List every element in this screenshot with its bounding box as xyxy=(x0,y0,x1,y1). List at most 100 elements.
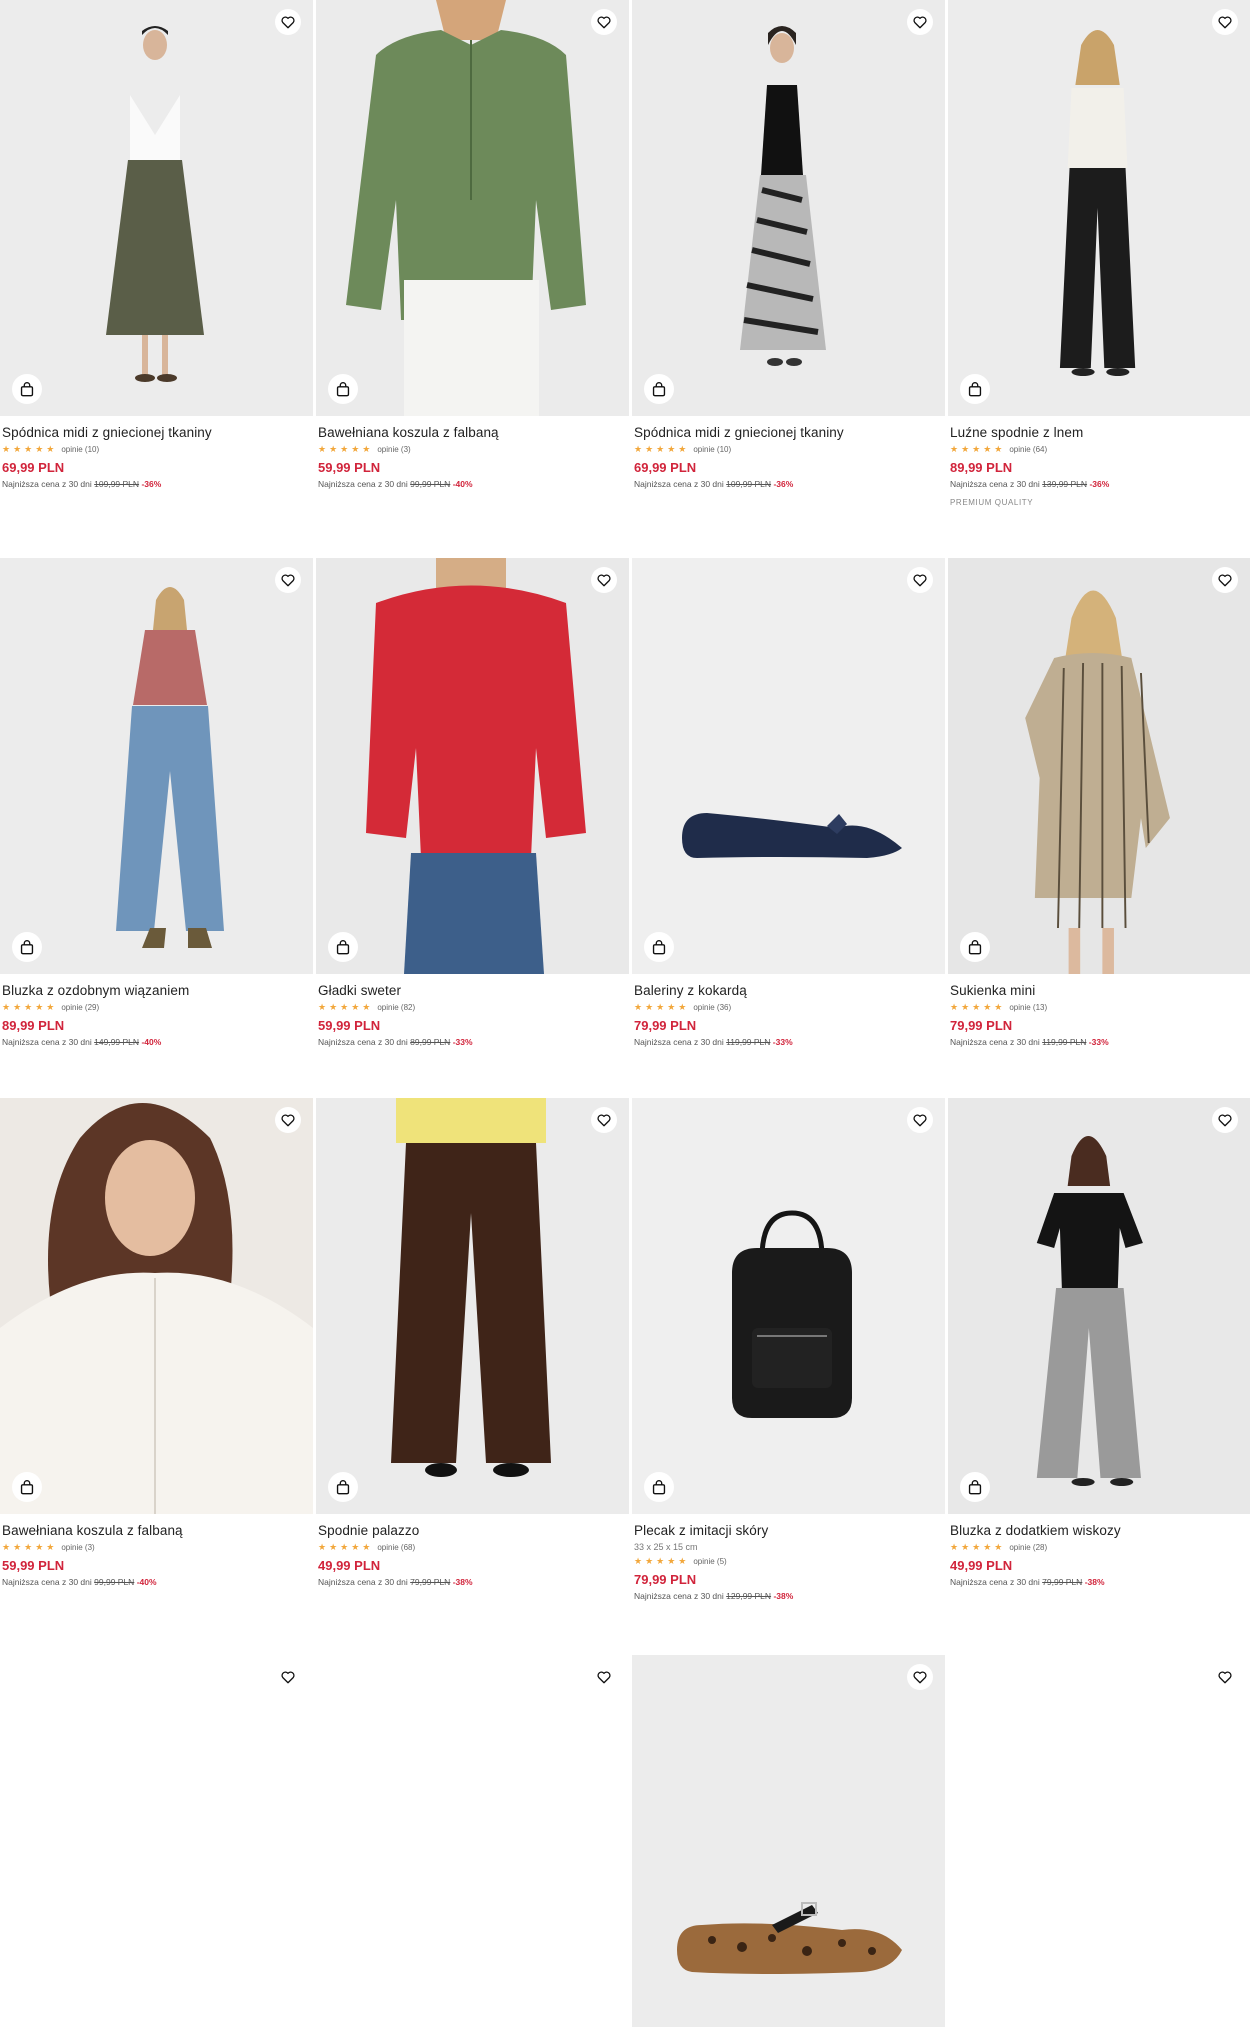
product-name[interactable]: Baleriny z kokardą xyxy=(634,983,943,998)
product-name[interactable]: Sukienka mini xyxy=(950,983,1248,998)
product-name[interactable]: Plecak z imitacji skóry xyxy=(634,1523,943,1538)
product-name[interactable]: Gładki sweter xyxy=(318,983,627,998)
product-image[interactable] xyxy=(632,0,945,416)
product-image[interactable] xyxy=(316,1655,629,2027)
product-card[interactable]: Baleriny z kokardą ★★★★★ opinie (36) 79,9… xyxy=(632,558,945,1047)
discount-percent: -40% xyxy=(136,1577,157,1587)
product-image[interactable] xyxy=(632,1098,945,1514)
product-image[interactable] xyxy=(948,1655,1250,2027)
product-card[interactable]: Spódnica midi z gniecionej tkaniny ★★★★★… xyxy=(0,0,313,489)
favorite-button[interactable] xyxy=(1212,567,1238,593)
product-image[interactable] xyxy=(316,0,629,416)
lowest-price-label: Najniższa cena z 30 dni xyxy=(2,1037,92,1047)
favorite-button[interactable] xyxy=(907,9,933,35)
review-count[interactable]: opinie (13) xyxy=(1009,1003,1047,1012)
add-to-cart-button[interactable] xyxy=(328,374,358,404)
favorite-button[interactable] xyxy=(907,1107,933,1133)
favorite-button[interactable] xyxy=(275,1107,301,1133)
product-card[interactable] xyxy=(316,1655,629,2027)
shopping-bag-icon xyxy=(968,1479,982,1494)
favorite-button[interactable] xyxy=(275,9,301,35)
add-to-cart-button[interactable] xyxy=(644,374,674,404)
add-to-cart-button[interactable] xyxy=(644,1472,674,1502)
favorite-button[interactable] xyxy=(1212,1664,1238,1690)
favorite-button[interactable] xyxy=(591,9,617,35)
product-name[interactable]: Bluzka z dodatkiem wiskozy xyxy=(950,1523,1248,1538)
product-card[interactable]: Spódnica midi z gniecionej tkaniny ★★★★★… xyxy=(632,0,945,489)
review-count[interactable]: opinie (10) xyxy=(61,445,99,454)
review-count[interactable]: opinie (36) xyxy=(693,1003,731,1012)
old-price: 89,99 PLN xyxy=(410,1037,451,1047)
product-name[interactable]: Luźne spodnie z lnem xyxy=(950,425,1248,440)
favorite-button[interactable] xyxy=(275,567,301,593)
product-card[interactable] xyxy=(948,1655,1250,2027)
product-image[interactable] xyxy=(632,1655,945,2027)
add-to-cart-button[interactable] xyxy=(960,932,990,962)
favorite-button[interactable] xyxy=(907,567,933,593)
product-card[interactable]: Luźne spodnie z lnem ★★★★★ opinie (64) 89… xyxy=(948,0,1250,507)
add-to-cart-button[interactable] xyxy=(328,1472,358,1502)
product-price: 89,99 PLN xyxy=(2,1018,65,1033)
review-count[interactable]: opinie (28) xyxy=(1009,1543,1047,1552)
product-image[interactable] xyxy=(948,558,1250,974)
product-image[interactable] xyxy=(948,1098,1250,1514)
product-image[interactable] xyxy=(632,558,945,974)
product-image[interactable] xyxy=(0,558,313,974)
product-name[interactable]: Spodnie palazzo xyxy=(318,1523,627,1538)
product-image[interactable] xyxy=(948,0,1250,416)
product-name[interactable]: Spódnica midi z gniecionej tkaniny xyxy=(634,425,943,440)
product-card[interactable]: Plecak z imitacji skóry 33 x 25 x 15 cm … xyxy=(632,1098,945,1601)
product-name[interactable]: Spódnica midi z gniecionej tkaniny xyxy=(2,425,311,440)
product-card[interactable]: Spodnie palazzo ★★★★★ opinie (68) 49,99 P… xyxy=(316,1098,629,1587)
review-count[interactable]: opinie (68) xyxy=(377,1543,415,1552)
review-count[interactable]: opinie (64) xyxy=(1009,445,1047,454)
review-count[interactable]: opinie (3) xyxy=(377,445,410,454)
review-count[interactable]: opinie (5) xyxy=(693,1557,726,1566)
add-to-cart-button[interactable] xyxy=(12,932,42,962)
product-card[interactable]: Sukienka mini ★★★★★ opinie (13) 79,99 PLN… xyxy=(948,558,1250,1047)
favorite-button[interactable] xyxy=(275,1664,301,1690)
lowest-price-label: Najniższa cena z 30 dni xyxy=(950,1037,1040,1047)
heart-icon xyxy=(913,1671,927,1683)
product-image[interactable] xyxy=(0,1655,313,2027)
rating: ★★★★★ opinie (3) xyxy=(318,444,627,454)
favorite-button[interactable] xyxy=(907,1664,933,1690)
add-to-cart-button[interactable] xyxy=(12,1472,42,1502)
favorite-button[interactable] xyxy=(591,1107,617,1133)
rating: ★★★★★ opinie (64) xyxy=(950,444,1248,454)
product-card[interactable]: Gładki sweter ★★★★★ opinie (82) 59,99 PLN… xyxy=(316,558,629,1047)
product-card[interactable]: Bluzka z dodatkiem wiskozy ★★★★★ opinie (… xyxy=(948,1098,1250,1587)
product-card[interactable]: Bawełniana koszula z falbaną ★★★★★ opinie… xyxy=(0,1098,313,1587)
product-card[interactable] xyxy=(0,1655,313,2027)
review-count[interactable]: opinie (3) xyxy=(61,1543,94,1552)
rating-stars: ★★★★★ xyxy=(950,1001,1006,1012)
review-count[interactable]: opinie (82) xyxy=(377,1003,415,1012)
add-to-cart-button[interactable] xyxy=(960,1472,990,1502)
shopping-bag-icon xyxy=(20,381,34,396)
favorite-button[interactable] xyxy=(591,567,617,593)
add-to-cart-button[interactable] xyxy=(328,932,358,962)
product-name[interactable]: Bawełniana koszula z falbaną xyxy=(318,425,627,440)
product-image[interactable] xyxy=(0,0,313,416)
discount-percent: -36% xyxy=(773,479,794,489)
review-count[interactable]: opinie (10) xyxy=(693,445,731,454)
product-name[interactable]: Bluzka z ozdobnym wiązaniem xyxy=(2,983,311,998)
product-image[interactable] xyxy=(316,558,629,974)
add-to-cart-button[interactable] xyxy=(644,932,674,962)
favorite-button[interactable] xyxy=(591,1664,617,1690)
product-image[interactable] xyxy=(316,1098,629,1514)
product-card[interactable]: Bluzka z ozdobnym wiązaniem ★★★★★ opinie … xyxy=(0,558,313,1047)
lowest-price-label: Najniższa cena z 30 dni xyxy=(950,1577,1040,1587)
product-card[interactable]: Bawełniana koszula z falbaną ★★★★★ opinie… xyxy=(316,0,629,489)
product-name[interactable]: Bawełniana koszula z falbaną xyxy=(2,1523,311,1538)
product-card[interactable] xyxy=(632,1655,945,2027)
add-to-cart-button[interactable] xyxy=(12,374,42,404)
favorite-button[interactable] xyxy=(1212,1107,1238,1133)
favorite-button[interactable] xyxy=(1212,9,1238,35)
product-photo xyxy=(632,1655,945,2027)
review-count[interactable]: opinie (29) xyxy=(61,1003,99,1012)
product-photo xyxy=(632,558,945,974)
product-image[interactable] xyxy=(0,1098,313,1514)
add-to-cart-button[interactable] xyxy=(960,374,990,404)
lowest-price-info: Najniższa cena z 30 dni 129,99 PLN -38% xyxy=(634,1591,943,1601)
